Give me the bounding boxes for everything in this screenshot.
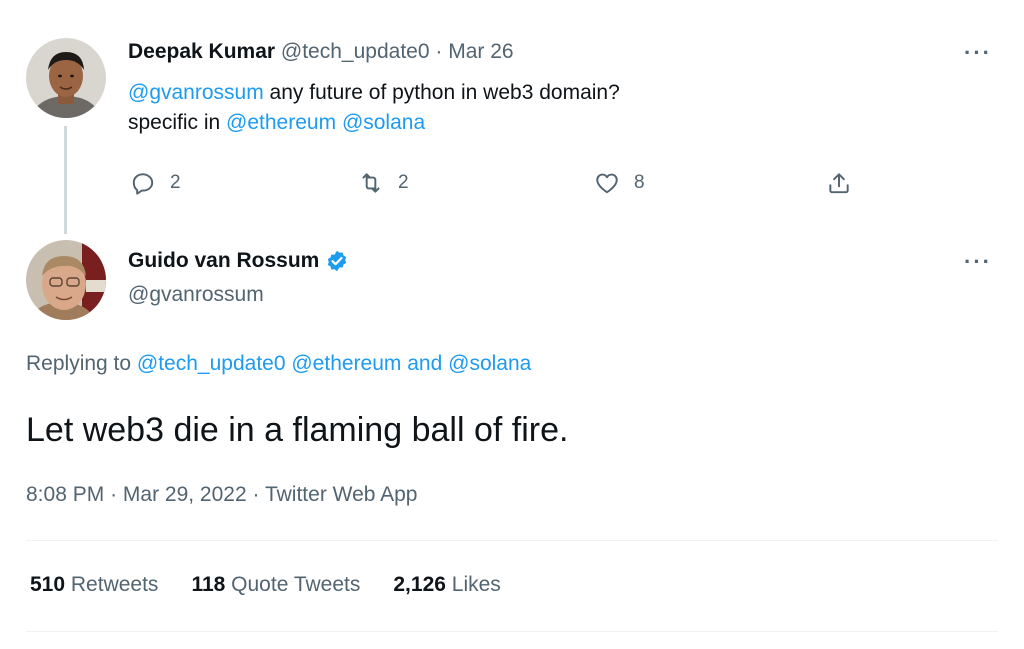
verified-badge-icon	[328, 250, 347, 272]
likes-label: Likes	[451, 573, 501, 596]
mention-link[interactable]: @gvanrossum	[128, 81, 264, 104]
author-handle[interactable]: @tech_update0	[281, 40, 430, 63]
likes-stat[interactable]: 2,126 Likes	[393, 573, 500, 597]
like-count: 8	[634, 172, 645, 193]
main-tweet-text: Let web3 die in a flaming ball of fire.	[26, 411, 569, 449]
tweet-date[interactable]: Mar 26	[448, 40, 513, 63]
more-options-icon[interactable]: ···	[964, 249, 992, 275]
tweet-time[interactable]: 8:08 PM	[26, 483, 104, 506]
heart-icon	[596, 173, 618, 194]
avatar-deepak-kumar[interactable]	[26, 38, 106, 118]
divider	[26, 540, 998, 541]
replying-to-user-link[interactable]: @solana	[448, 352, 531, 375]
quote-tweets-stat[interactable]: 118 Quote Tweets	[191, 573, 360, 597]
author-name[interactable]: Deepak Kumar	[128, 40, 275, 63]
main-tweet-handle[interactable]: @gvanrossum	[128, 283, 264, 307]
mention-link[interactable]: @solana	[342, 111, 425, 134]
author-name[interactable]: Guido van Rossum	[128, 249, 319, 273]
separator-dot: ·	[252, 483, 260, 506]
quote-tweets-count: 118	[191, 573, 226, 596]
share-icon	[829, 173, 849, 194]
reply-icon	[132, 173, 154, 195]
tweet-stats: 510 Retweets 118 Quote Tweets 2,126 Like…	[30, 573, 501, 597]
tweet-source[interactable]: Twitter Web App	[265, 483, 418, 506]
separator-dot: ·	[435, 40, 443, 63]
likes-count: 2,126	[393, 573, 446, 596]
reply-tweet-line-1: @gvanrossum any future of python in web3…	[128, 78, 620, 108]
tweet-text-segment: any future of python in web3 domain?	[263, 81, 620, 104]
divider	[26, 631, 998, 632]
retweet-icon	[362, 173, 380, 193]
reply-tweet-header: Deepak Kumar @tech_update0 · Mar 26	[128, 40, 514, 64]
retweet-count: 2	[398, 172, 409, 193]
thread-connector-line	[64, 126, 67, 234]
avatar-guido-van-rossum[interactable]	[26, 240, 106, 320]
replying-to-label: Replying to	[26, 352, 137, 375]
more-options-icon[interactable]: ···	[964, 40, 992, 66]
tweet-text-segment: specific in	[128, 111, 227, 134]
separator-dot: ·	[110, 483, 118, 506]
main-tweet-author: Guido van Rossum	[128, 249, 349, 273]
like-button[interactable]: 8	[594, 170, 645, 196]
replying-to-user-link[interactable]: @tech_update0	[137, 352, 286, 375]
tweet-full-date[interactable]: Mar 29, 2022	[123, 483, 247, 506]
replying-to-and[interactable]: and	[401, 352, 448, 375]
share-button[interactable]	[826, 170, 852, 196]
retweets-count: 510	[30, 573, 66, 596]
reply-tweet-text: @gvanrossum any future of python in web3…	[128, 78, 620, 138]
quote-tweets-label: Quote Tweets	[231, 573, 361, 596]
reply-count: 2	[170, 172, 181, 193]
retweet-button[interactable]: 2	[358, 170, 409, 196]
reply-tweet-line-2: specific in @ethereum @solana	[128, 108, 620, 138]
replying-to-user-link[interactable]: @ethereum	[291, 352, 401, 375]
tweet-timestamp: 8:08 PM · Mar 29, 2022 · Twitter Web App	[26, 483, 418, 507]
mention-link[interactable]: @ethereum	[226, 111, 336, 134]
retweets-stat[interactable]: 510 Retweets	[30, 573, 158, 597]
reply-button[interactable]: 2	[130, 170, 181, 196]
replying-to: Replying to @tech_update0 @ethereum and …	[26, 352, 531, 376]
retweets-label: Retweets	[70, 573, 159, 596]
